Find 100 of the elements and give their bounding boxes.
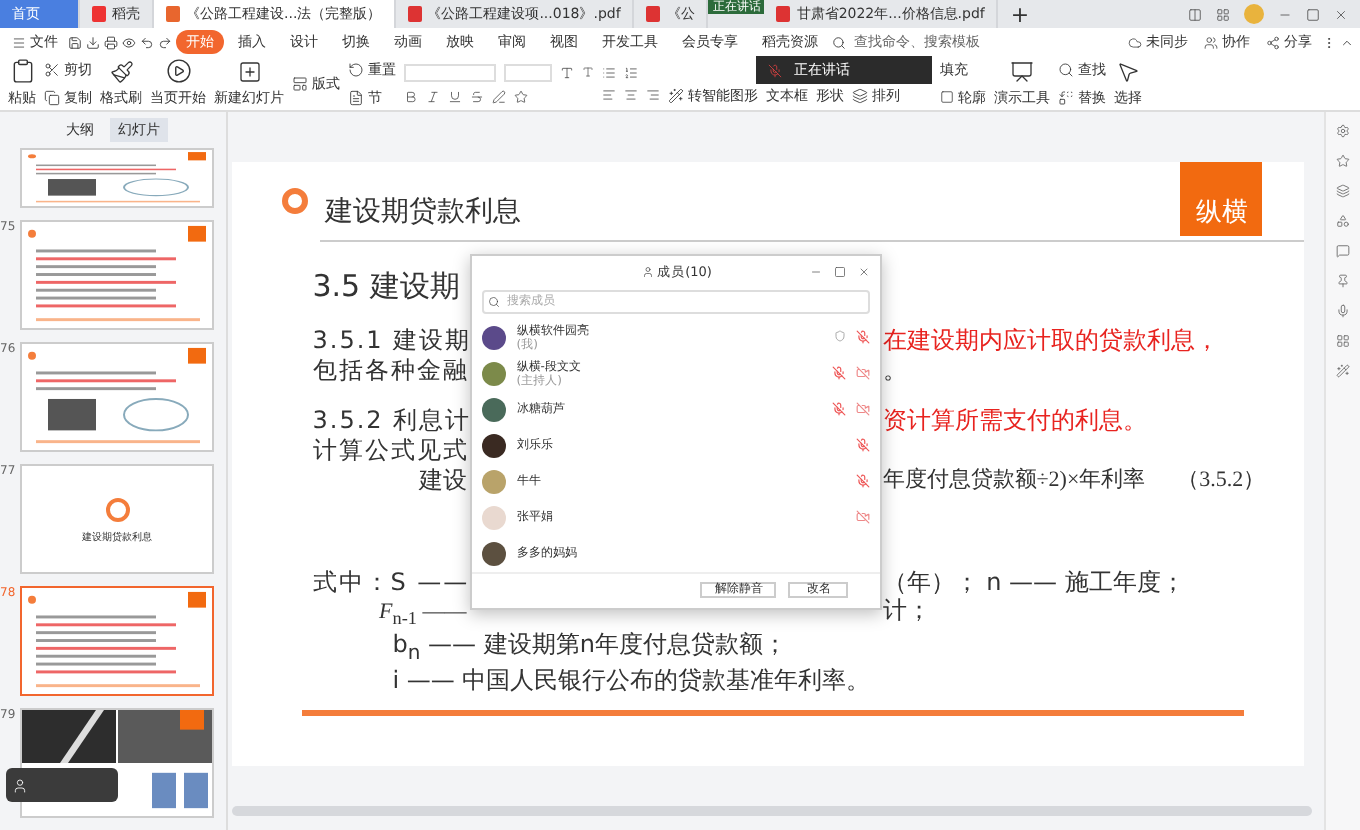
menu-icon	[12, 35, 26, 49]
undo-icon[interactable]	[140, 35, 154, 49]
file-icon	[646, 6, 661, 22]
person-icon	[641, 266, 654, 279]
brush-icon	[109, 59, 133, 83]
minimize-icon[interactable]	[810, 266, 823, 278]
maximize-icon[interactable]	[834, 266, 847, 278]
camera-off-icon[interactable]	[856, 510, 871, 525]
wand-icon[interactable]	[1336, 364, 1351, 378]
slide-text: 3.5.1 建设期	[312, 326, 467, 356]
maximize-icon[interactable]	[1306, 7, 1320, 21]
save-icon[interactable]	[68, 35, 82, 49]
muted-mic-icon[interactable]	[832, 366, 847, 381]
new-tab-button[interactable]: +	[998, 0, 1042, 28]
avatar	[482, 541, 507, 566]
scrollbar[interactable]	[232, 806, 1313, 816]
avatar	[482, 433, 507, 458]
copy-icon	[44, 89, 60, 105]
clipboard-icon	[9, 58, 35, 84]
layout-icon[interactable]	[1188, 7, 1202, 21]
avatar	[482, 505, 507, 530]
slide-text: 建设	[416, 466, 467, 496]
layers-icon	[852, 87, 868, 103]
file-icon	[407, 6, 422, 22]
muted-mic-icon[interactable]	[856, 330, 871, 345]
print-icon[interactable]	[104, 35, 118, 49]
people-icon	[1204, 35, 1218, 49]
italic-icon[interactable]	[426, 89, 440, 103]
muted-mic-icon[interactable]	[832, 402, 847, 417]
avatar	[482, 397, 507, 422]
section-heading: 3.5 建设期	[312, 266, 462, 306]
slide-title: 建设期贷款利息	[324, 193, 523, 229]
shield-icon	[834, 330, 847, 343]
comment-icon[interactable]	[1336, 244, 1351, 258]
settings-icon[interactable]	[1336, 124, 1351, 138]
font-size-field[interactable]	[504, 63, 552, 81]
muted-mic-icon[interactable]	[856, 474, 871, 489]
shapes-icon[interactable]	[1336, 214, 1351, 228]
slide-text: 式中：S ——	[312, 568, 467, 598]
slide-text: 资计算所需支付的利息。	[882, 406, 1149, 436]
mic-icon[interactable]	[1336, 304, 1351, 318]
slide-text: （年）； n —— 施工年度；	[882, 568, 1187, 598]
pointer-icon	[1116, 59, 1140, 83]
search-icon	[488, 295, 501, 308]
star-icon[interactable]	[1336, 154, 1351, 168]
play-icon	[165, 58, 191, 84]
slide-text: 计；	[882, 598, 933, 628]
muted-mic-icon	[768, 63, 782, 77]
slide-text: 3.5.2 利息计	[312, 406, 467, 436]
numbered-list-icon[interactable]	[624, 65, 638, 79]
muted-mic-icon[interactable]	[856, 438, 871, 453]
camera-off-icon[interactable]	[856, 402, 871, 417]
align-right-icon[interactable]	[646, 87, 660, 101]
file-icon	[92, 6, 106, 22]
font-shrink-icon[interactable]	[582, 66, 594, 78]
ring-icon	[103, 495, 131, 523]
bullet-list-icon[interactable]	[602, 65, 616, 79]
pin-icon[interactable]	[1336, 274, 1351, 288]
equation-number: （3.5.2）	[1177, 466, 1266, 496]
font-name-field[interactable]	[404, 63, 496, 81]
bold-icon[interactable]	[404, 89, 418, 103]
redo-icon[interactable]	[158, 35, 172, 49]
camera-off-icon[interactable]	[856, 366, 871, 381]
slide-text: b$_{n}$ —— 建设期第n年度付息贷款额；	[390, 632, 789, 668]
search-icon[interactable]	[832, 35, 846, 49]
avatar	[482, 361, 507, 386]
logo: 纵横	[1180, 162, 1263, 236]
align-center-icon[interactable]	[624, 87, 638, 101]
slide-text: i —— 中国人民银行公布的贷款基准年利率。	[390, 667, 873, 694]
square-icon	[940, 90, 954, 104]
formula-text: 年度付息贷款额÷2)×年利率	[882, 466, 1146, 496]
slide-text: 包括各种金融	[312, 356, 467, 386]
font-grow-icon[interactable]	[560, 65, 574, 79]
layout-icon	[292, 75, 308, 91]
grid-icon[interactable]	[1216, 7, 1230, 21]
person-icon	[12, 777, 28, 793]
slide-text: F$_{n-1}$ ——	[377, 598, 467, 633]
preview-icon[interactable]	[122, 35, 136, 49]
file-icon	[776, 6, 791, 22]
slide-text: 在建设期内应计取的贷款利息，	[882, 326, 1221, 356]
file-icon	[166, 6, 180, 22]
close-icon[interactable]	[1334, 7, 1348, 21]
add-slide-icon	[237, 59, 261, 83]
collapse-icon[interactable]	[1340, 35, 1354, 49]
scissors-icon	[44, 61, 60, 77]
grid-icon[interactable]	[1336, 334, 1351, 348]
ring-icon	[282, 188, 309, 214]
search-icon	[1058, 61, 1074, 77]
cloud-icon	[1128, 35, 1142, 49]
layers-icon[interactable]	[1336, 184, 1351, 198]
wand-icon	[668, 87, 684, 103]
presentation-icon	[1010, 59, 1034, 83]
underline-icon[interactable]	[448, 89, 462, 103]
reset-icon	[348, 61, 364, 77]
avatar	[482, 325, 507, 350]
export-icon[interactable]	[86, 35, 100, 49]
close-icon[interactable]	[858, 266, 871, 278]
align-left-icon[interactable]	[602, 87, 616, 101]
share-icon	[1266, 35, 1280, 49]
strikethrough-icon[interactable]	[470, 89, 484, 103]
